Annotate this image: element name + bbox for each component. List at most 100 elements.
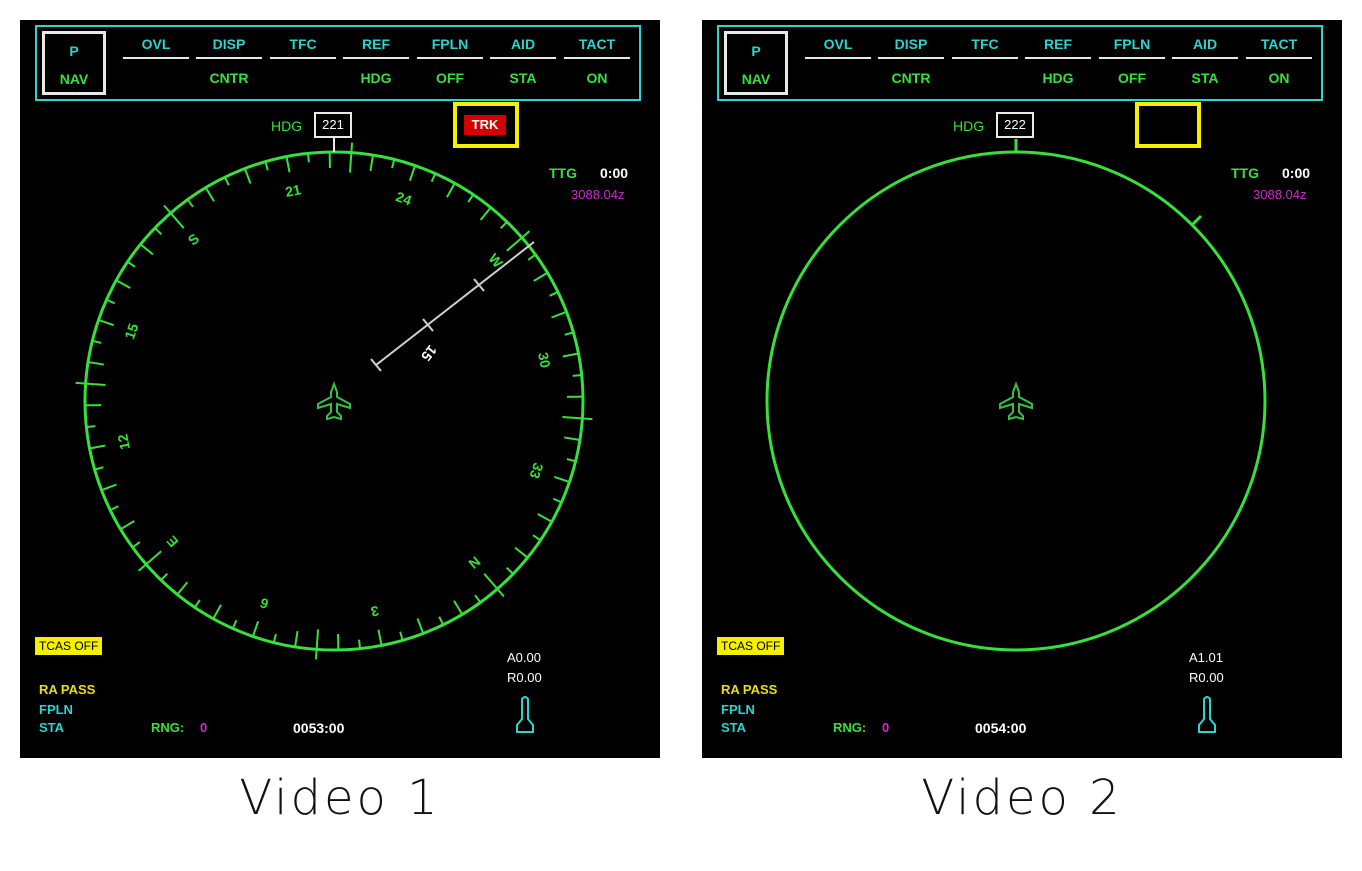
compass-tick bbox=[408, 165, 417, 182]
compass-tick bbox=[89, 444, 106, 450]
range-label: RNG: bbox=[151, 720, 185, 735]
compass-tick bbox=[75, 381, 106, 387]
ra-pass-label: RA PASS bbox=[39, 682, 96, 697]
compass-tick bbox=[391, 159, 396, 169]
compass-tick bbox=[98, 318, 115, 327]
tcas-status: TCAS OFF bbox=[717, 637, 785, 655]
compass-tick bbox=[86, 425, 96, 429]
compass-label: E bbox=[163, 533, 181, 551]
sta-label: STA bbox=[39, 720, 65, 735]
compass-ring bbox=[83, 150, 585, 652]
compass-label: 12 bbox=[114, 433, 133, 452]
compass-tick bbox=[532, 534, 541, 542]
heading-readout: 221 bbox=[314, 112, 352, 138]
ttg-value: 0:00 bbox=[600, 165, 629, 181]
compass-tick bbox=[92, 339, 102, 344]
compass-tick bbox=[294, 630, 299, 648]
compass-tick bbox=[552, 497, 562, 504]
compass-tick bbox=[176, 581, 189, 596]
compass-tick bbox=[564, 331, 574, 336]
compass-tick bbox=[551, 310, 567, 319]
compass-label: 6 bbox=[258, 595, 271, 613]
compass-tick bbox=[514, 546, 529, 559]
compass-tick bbox=[527, 253, 537, 261]
compass-tick bbox=[566, 458, 576, 463]
compass-tick bbox=[377, 629, 383, 646]
compass-tick bbox=[553, 475, 570, 484]
compass-tick bbox=[474, 594, 482, 604]
compass-tick bbox=[537, 513, 553, 523]
compass-tick bbox=[154, 227, 163, 236]
range-value: 0 bbox=[882, 720, 890, 735]
display-panel-video-1: P NAV OVL DISP CNTR TFC REF HDG FPLN OFF AI… bbox=[20, 20, 660, 758]
compass-tick bbox=[416, 618, 425, 634]
compass-tick bbox=[479, 206, 492, 221]
compass-label: 15 bbox=[121, 321, 141, 341]
compass-label: 24 bbox=[394, 188, 414, 208]
compass-label: 21 bbox=[284, 181, 303, 200]
fpln-label: FPLN bbox=[39, 702, 73, 717]
ttg-label: TTG bbox=[549, 165, 577, 181]
bearing-label: 15 bbox=[418, 342, 440, 364]
compass-tick bbox=[358, 639, 362, 649]
compass-tick bbox=[115, 279, 131, 289]
r-value: R0.00 bbox=[1189, 670, 1224, 685]
compass-tick bbox=[572, 373, 582, 377]
compass-tick bbox=[430, 173, 437, 183]
compass-tick bbox=[94, 466, 104, 471]
trk-highlight-box: TRK bbox=[453, 102, 519, 148]
compass-tick bbox=[306, 153, 310, 163]
trk-badge[interactable]: TRK bbox=[464, 115, 506, 135]
compass-tick bbox=[453, 600, 464, 615]
caption-video-2: Video 2 bbox=[921, 770, 1123, 826]
compass-tick bbox=[160, 572, 169, 581]
compass-tick bbox=[467, 194, 475, 203]
compass-tick bbox=[204, 187, 215, 202]
ra-pass-label: RA PASS bbox=[721, 682, 778, 697]
compass-tick bbox=[272, 633, 277, 643]
compass-tick bbox=[251, 620, 260, 637]
compass-tick bbox=[231, 619, 238, 629]
range-label: RNG: bbox=[833, 720, 867, 735]
compass-ring bbox=[765, 150, 1267, 652]
range-value: 0 bbox=[200, 720, 208, 735]
track-mark bbox=[1190, 214, 1203, 227]
compass-tick bbox=[264, 161, 269, 171]
compass-label: 33 bbox=[526, 461, 546, 481]
compass-tick bbox=[533, 271, 548, 282]
compass-tick bbox=[139, 243, 154, 256]
caption-video-1: Video 1 bbox=[239, 770, 441, 826]
hdg-label: HDG bbox=[953, 118, 985, 134]
compass-tick bbox=[193, 599, 201, 608]
compass-tick bbox=[562, 352, 579, 358]
mission-clock: 0054:00 bbox=[975, 720, 1027, 736]
sta-label: STA bbox=[721, 720, 747, 735]
compass-label: 3 bbox=[369, 603, 380, 620]
aircraft-icon bbox=[317, 381, 351, 421]
compass-tick bbox=[369, 154, 374, 172]
compass-label: 30 bbox=[535, 351, 554, 370]
hdg-label: HDG bbox=[271, 118, 303, 134]
heading-readout: 222 bbox=[996, 112, 1034, 138]
compass-tick bbox=[109, 505, 119, 512]
trk-highlight-box bbox=[1135, 102, 1201, 148]
display-panel-video-2: P NAV OVL DISP CNTR TFC REF HDG FPLN OFF AI… bbox=[702, 20, 1342, 758]
a-value: A0.00 bbox=[507, 650, 541, 665]
compass-label: S bbox=[185, 230, 203, 248]
compass-tick bbox=[186, 198, 194, 208]
compass-ticks bbox=[75, 142, 593, 660]
compass-label: W bbox=[485, 250, 506, 271]
compass-tick bbox=[243, 168, 252, 184]
compass-tick bbox=[106, 298, 116, 305]
compass-tick bbox=[549, 290, 559, 297]
ttg-value: 0:00 bbox=[1282, 165, 1311, 181]
compass-tick bbox=[499, 221, 508, 230]
compass-tick bbox=[212, 604, 222, 620]
compass-tick bbox=[446, 182, 456, 198]
compass-tick bbox=[120, 520, 135, 531]
compass-tick bbox=[101, 483, 117, 492]
compass-tick bbox=[127, 260, 136, 268]
zulu-time: 3088.04z bbox=[571, 187, 625, 202]
compass-tick bbox=[399, 631, 404, 641]
compass-tick bbox=[562, 415, 593, 421]
